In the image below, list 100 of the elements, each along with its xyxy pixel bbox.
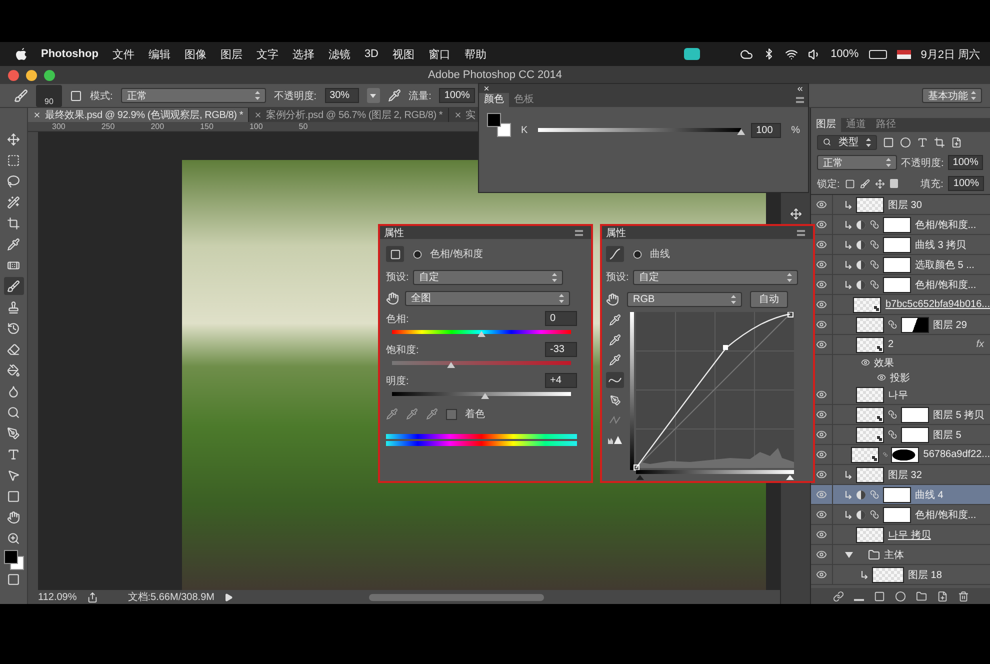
value-field[interactable]: 100 xyxy=(751,122,782,138)
panel-tab[interactable]: 通道 xyxy=(841,118,871,132)
colorize-checkbox[interactable] xyxy=(446,408,457,420)
panel-tab[interactable]: 色板 xyxy=(509,93,539,107)
curve-end-point[interactable] xyxy=(788,312,794,318)
blend-mode-select[interactable]: 正常 xyxy=(817,155,897,170)
eye-icon[interactable] xyxy=(816,549,827,560)
horizontal-scrollbar[interactable] xyxy=(369,594,544,600)
eye-icon[interactable] xyxy=(816,259,827,270)
panel-tab[interactable]: 图层 xyxy=(811,118,841,132)
fill-field[interactable]: 100% xyxy=(948,176,984,191)
panel-tab[interactable]: 路径 xyxy=(871,118,901,132)
eye-icon[interactable] xyxy=(816,409,827,420)
slider-track[interactable] xyxy=(392,361,571,365)
menu-item[interactable]: 选择 xyxy=(292,46,314,62)
preset-select[interactable]: 自定 xyxy=(412,270,563,284)
cloud-icon[interactable] xyxy=(740,48,753,60)
auto-button[interactable]: 自动 xyxy=(750,290,788,308)
minimize-window-button[interactable] xyxy=(26,70,37,80)
menu-item[interactable]: 图像 xyxy=(184,46,206,62)
new-layer-icon[interactable] xyxy=(936,590,948,602)
curve-start-point[interactable] xyxy=(634,464,640,470)
layer-row[interactable]: 曲线 4 xyxy=(811,485,990,505)
close-tab-icon[interactable] xyxy=(254,111,262,119)
new-group-icon[interactable] xyxy=(916,590,926,602)
brush-preset-picker[interactable]: 90 xyxy=(36,84,62,106)
close-tab-icon[interactable] xyxy=(33,111,41,119)
menu-item[interactable]: 文件 xyxy=(112,46,134,62)
eye-icon[interactable] xyxy=(816,219,827,230)
zoom-window-button[interactable] xyxy=(44,70,55,80)
panel-menu-icon[interactable] xyxy=(575,230,583,236)
eye-icon[interactable] xyxy=(816,529,827,540)
filter-select[interactable]: 类型 xyxy=(817,134,877,150)
eye-icon[interactable] xyxy=(816,339,827,350)
eye-icon[interactable] xyxy=(816,449,827,460)
pressure-opacity-icon[interactable] xyxy=(388,89,401,102)
eye-icon[interactable] xyxy=(816,319,827,330)
document-tab[interactable]: 最终效果.psd @ 92.9% (色调观察层, RGB/8) * xyxy=(28,108,250,122)
brush-panel-toggle-icon[interactable] xyxy=(70,90,82,102)
layer-row[interactable]: 主体 xyxy=(811,545,990,565)
value-field[interactable]: 0 xyxy=(545,311,577,326)
menu-item[interactable]: Photoshop xyxy=(41,48,98,60)
eye-icon[interactable] xyxy=(816,389,827,400)
collapse-icon[interactable] xyxy=(796,84,804,92)
document-tab[interactable]: 案例分析.psd @ 56.7% (图层 2, RGB/8) * xyxy=(249,108,449,122)
slider-track[interactable] xyxy=(392,330,571,334)
close-window-button[interactable] xyxy=(8,70,19,80)
eye-icon[interactable] xyxy=(816,279,827,290)
quick-mask-icon[interactable] xyxy=(7,573,20,586)
workspace-select[interactable]: 基本功能 xyxy=(922,88,982,103)
color-swatches[interactable] xyxy=(4,550,24,570)
wifi-icon[interactable] xyxy=(784,48,798,60)
eyedropper-icon[interactable] xyxy=(386,408,398,420)
lock-paint-icon[interactable] xyxy=(860,178,870,188)
eye-icon[interactable] xyxy=(816,509,827,520)
menu-item[interactable]: 帮助 xyxy=(464,46,486,62)
share-icon[interactable] xyxy=(86,592,98,602)
value-field[interactable]: -33 xyxy=(545,342,577,357)
hue-saturation-icon[interactable] xyxy=(386,246,404,262)
eye-icon[interactable] xyxy=(877,373,886,382)
hand-icon[interactable] xyxy=(606,292,619,306)
layer-row[interactable]: 나무 拷贝 xyxy=(811,525,990,545)
channel-select[interactable]: RGB xyxy=(627,292,742,306)
eyedropper-plus-icon[interactable] xyxy=(406,408,418,420)
brush-tool-icon[interactable] xyxy=(14,88,28,102)
play-icon[interactable] xyxy=(224,592,234,602)
flow-field[interactable]: 100% xyxy=(439,88,475,103)
input-level-track[interactable] xyxy=(636,470,794,480)
mode-select[interactable]: 正常 xyxy=(120,88,266,103)
add-mask-icon[interactable] xyxy=(874,590,884,602)
eye-icon[interactable] xyxy=(816,489,827,500)
preset-select[interactable]: 自定 xyxy=(632,270,798,284)
slider-track[interactable] xyxy=(392,392,571,396)
panel-menu-icon[interactable] xyxy=(796,97,804,103)
shape-filter-icon[interactable] xyxy=(934,136,945,148)
menu-item[interactable]: 图层 xyxy=(220,46,242,62)
brush-tool-icon[interactable] xyxy=(4,277,24,295)
new-adjustment-icon[interactable] xyxy=(894,590,906,602)
curves-icon[interactable] xyxy=(606,246,624,262)
foreground-background-swatches[interactable] xyxy=(487,113,511,137)
flag-icon[interactable] xyxy=(896,50,911,58)
opacity-field[interactable]: 100% xyxy=(948,155,984,170)
type-filter-icon[interactable] xyxy=(917,136,928,148)
lock-pixels-icon[interactable] xyxy=(844,178,855,188)
value-field[interactable]: +4 xyxy=(545,373,577,388)
layer-row[interactable]: 图层 32 xyxy=(811,465,990,485)
eyedropper-minus-icon[interactable] xyxy=(426,408,438,420)
slider-thumb[interactable] xyxy=(478,331,486,337)
screen-recorder-icon[interactable] xyxy=(684,48,700,60)
hand-icon[interactable] xyxy=(386,292,399,304)
eye-icon[interactable] xyxy=(816,429,827,440)
menu-item[interactable]: 窗口 xyxy=(428,46,450,62)
menu-item[interactable]: 编辑 xyxy=(148,46,170,62)
curve-point-tool-icon[interactable] xyxy=(606,372,624,388)
menu-item[interactable]: 3D xyxy=(364,48,378,60)
panel-icon[interactable] xyxy=(790,208,802,220)
eye-icon[interactable] xyxy=(816,239,827,250)
range-select[interactable]: 全图 xyxy=(405,290,570,306)
pixel-filter-icon[interactable] xyxy=(883,136,894,148)
menu-item[interactable]: 滤镜 xyxy=(328,46,350,62)
